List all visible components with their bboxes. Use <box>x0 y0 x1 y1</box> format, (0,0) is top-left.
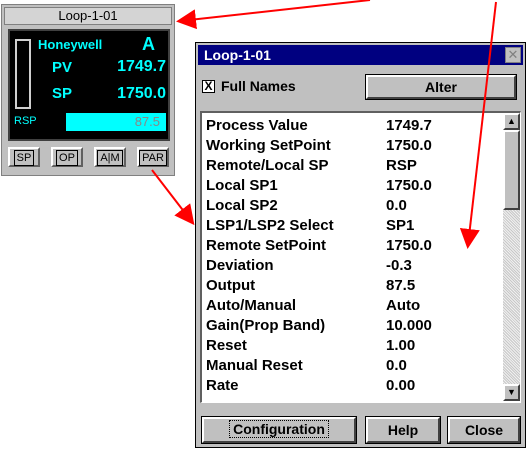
parameter-name: Auto/Manual <box>206 297 296 314</box>
parameter-name: Manual Reset <box>206 357 303 374</box>
auto-manual-button[interactable]: A|M <box>94 147 126 167</box>
pv-label: PV <box>52 59 73 76</box>
op-button[interactable]: OP <box>51 147 83 167</box>
parameter-value: 0.00 <box>386 377 416 394</box>
parameter-name: Working SetPoint <box>206 137 331 154</box>
sp-button-label: SP <box>13 150 35 166</box>
configuration-button[interactable]: Configuration <box>201 416 357 444</box>
parameter-value: 1750.0 <box>386 177 432 194</box>
close-icon[interactable]: ✕ <box>505 47 521 63</box>
sp-label: SP <box>52 85 73 102</box>
parameter-value: 1750.0 <box>386 137 432 154</box>
op-button-label: OP <box>56 150 78 166</box>
scroll-thumb[interactable] <box>503 130 520 210</box>
full-names-label: Full Names <box>221 78 296 94</box>
parameter-value: 1750.0 <box>386 237 432 254</box>
par-button[interactable]: PAR <box>137 147 169 167</box>
scroll-up-icon[interactable]: ▲ <box>503 113 520 130</box>
parameter-name: Output <box>206 277 256 294</box>
output-bar: 87.5 <box>66 113 166 131</box>
pv-value: 1749.7 <box>117 58 166 75</box>
sp-value: 1750.0 <box>117 85 166 102</box>
dialog-title-bar[interactable]: Loop-1-01 ✕ <box>198 45 523 65</box>
scrollbar[interactable]: ▲ ▼ <box>503 113 520 401</box>
parameter-value: RSP <box>386 157 417 174</box>
scroll-down-icon[interactable]: ▼ <box>503 384 520 401</box>
parameter-value: SP1 <box>386 217 415 234</box>
parameters-dialog: Loop-1-01 ✕ X Full Names Alter Process V… <box>195 42 526 448</box>
output-value: 87.5 <box>134 114 160 129</box>
parameter-name: Remote/Local SP <box>206 157 329 174</box>
mode-indicator: A <box>142 34 155 54</box>
par-button-label: PAR <box>139 150 167 166</box>
parameter-value: 0.0 <box>386 197 407 214</box>
parameter-value: 1749.7 <box>386 117 432 134</box>
parameter-name: Gain(Prop Band) <box>206 317 326 334</box>
parameter-value: 87.5 <box>386 277 416 294</box>
parameter-name: Process Value <box>206 117 308 134</box>
dialog-title: Loop-1-01 <box>204 47 271 63</box>
faceplate-title: Loop-1-01 <box>4 7 172 25</box>
parameter-name: Deviation <box>206 257 274 274</box>
rsp-label: RSP <box>14 115 37 127</box>
parameter-value: -0.3 <box>386 257 412 274</box>
parameter-value: 0.0 <box>386 357 407 374</box>
loop-faceplate: Loop-1-01 Honeywell A PV 1749.7 SP 1750.… <box>1 4 175 176</box>
full-names-checkbox[interactable]: X <box>202 80 215 93</box>
arrow-from-par <box>151 169 195 226</box>
parameter-name: Rate <box>206 377 239 394</box>
bargraph <box>15 39 31 109</box>
auto-manual-button-label: A|M <box>97 150 123 166</box>
faceplate-display: Honeywell A PV 1749.7 SP 1750.0 RSP 87.5 <box>8 29 170 141</box>
sp-button[interactable]: SP <box>8 147 40 167</box>
parameter-value: 1.00 <box>386 337 416 354</box>
parameter-value: 10.000 <box>386 317 432 334</box>
parameter-name: Remote SetPoint <box>206 237 327 254</box>
help-button[interactable]: Help <box>365 416 441 444</box>
parameter-list[interactable]: Process Value 1749.7 Working SetPoint 1750.… <box>200 111 521 403</box>
parameter-name: Local SP2 <box>206 197 278 214</box>
brand-label: Honeywell <box>38 37 103 52</box>
parameter-name: Reset <box>206 337 247 354</box>
alter-button[interactable]: Alter <box>365 74 517 100</box>
parameter-value: Auto <box>386 297 421 314</box>
close-button[interactable]: Close <box>447 416 521 444</box>
configuration-button-label: Configuration <box>229 420 329 438</box>
arrow-to-faceplate <box>176 0 371 30</box>
parameter-name: Local SP1 <box>206 177 278 194</box>
parameter-name: LSP1/LSP2 Select <box>206 217 334 234</box>
